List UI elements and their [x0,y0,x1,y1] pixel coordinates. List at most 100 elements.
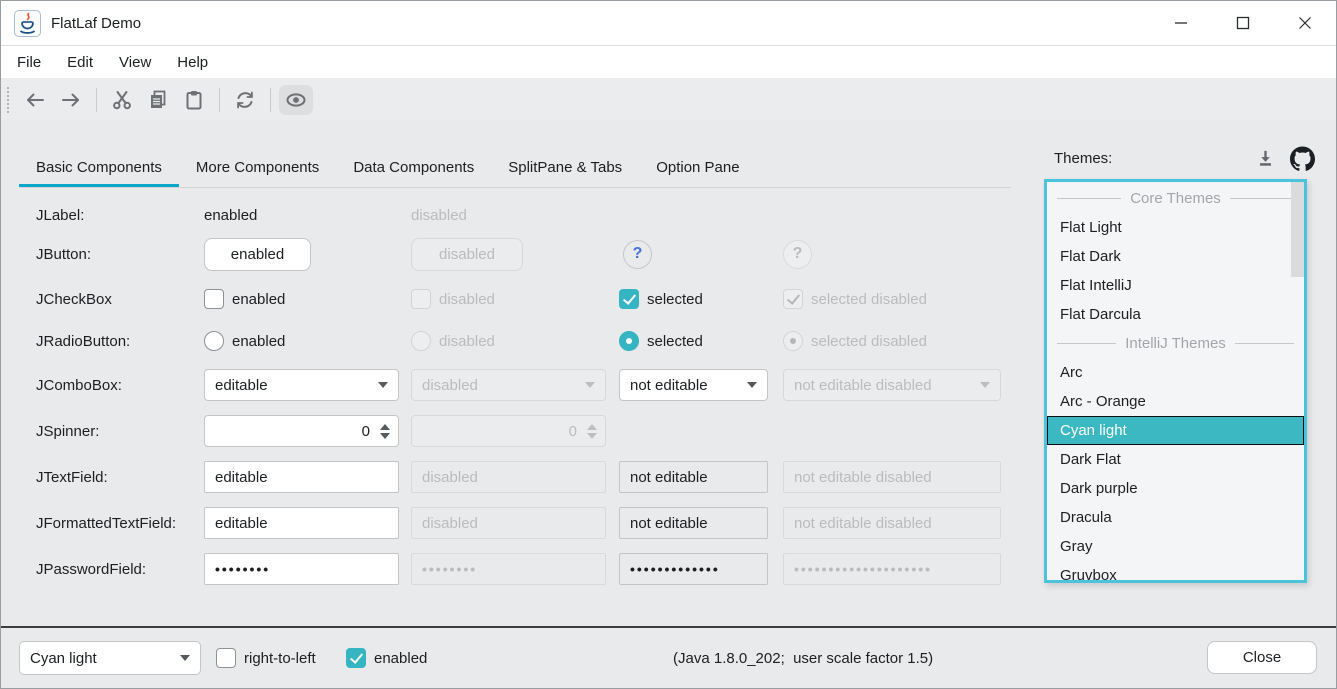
combobox-not-editable[interactable]: not editable [619,369,768,401]
formattedfield-editable[interactable]: editable [204,507,399,539]
theme-item-arc-orange[interactable]: Arc - Orange [1047,387,1304,416]
jbutton-row: JButton: enabled disabled ? ? [1,234,1031,274]
radio-enabled[interactable] [204,331,224,351]
row-label: JPasswordField: [36,561,146,578]
window-controls [1150,1,1336,45]
right-to-left-label: right-to-left [244,650,316,667]
help-button-disabled: ? [783,240,812,269]
cut-button[interactable] [105,85,139,115]
theme-item-dark-purple[interactable]: Dark purple [1047,474,1304,503]
app-window: FlatLaf Demo File Edit View Help [0,0,1337,689]
textfield-disabled: disabled [411,461,606,493]
theme-item-flat-intellij[interactable]: Flat IntelliJ [1047,271,1304,300]
row-label: JComboBox: [36,377,122,394]
textfield-not-editable: not editable [619,461,768,493]
theme-item-flat-darcula[interactable]: Flat Darcula [1047,300,1304,329]
right-to-left-checkbox[interactable] [216,648,236,668]
toolbar [1,79,1336,121]
radio-selected-disabled [783,331,803,351]
cut-icon [110,88,134,112]
close-window-button[interactable] [1274,1,1336,45]
forward-button[interactable] [54,85,88,115]
theme-item-flat-light[interactable]: Flat Light [1047,213,1304,242]
theme-item-flat-dark[interactable]: Flat Dark [1047,242,1304,271]
jlabel-enabled: enabled [204,207,257,224]
theme-item-cyan-light[interactable]: Cyan light [1047,416,1304,445]
show-hover-toggle[interactable] [279,85,313,115]
back-button[interactable] [18,85,52,115]
chevron-down-icon [585,382,595,388]
tab-more-components[interactable]: More Components [179,146,336,188]
maximize-button[interactable] [1212,1,1274,45]
window-title: FlatLaf Demo [51,15,141,32]
theme-item-arc[interactable]: Arc [1047,358,1304,387]
minimize-icon [1174,16,1188,30]
spinner-arrows-icon [587,424,597,439]
menubar: File Edit View Help [1,46,1336,79]
download-icon[interactable] [1254,147,1277,170]
textfield-editable[interactable]: editable [204,461,399,493]
enabled-label: enabled [374,650,427,667]
theme-item-gruvbox[interactable]: Gruvbox [1047,561,1304,583]
menu-file[interactable]: File [4,50,54,75]
help-button[interactable]: ? [623,240,652,269]
tab-data-components[interactable]: Data Components [336,146,491,188]
spinner-enabled[interactable]: 0 [204,415,399,447]
github-icon[interactable] [1290,146,1315,171]
theme-group-separator: IntelliJ Themes [1047,329,1304,358]
chevron-down-icon [378,382,388,388]
row-label: JTextField: [36,469,108,486]
checkbox-enabled[interactable] [204,289,224,309]
combobox-disabled: disabled [411,369,606,401]
scrollbar-thumb[interactable] [1291,182,1304,277]
copy-button[interactable] [141,85,175,115]
maximize-icon [1236,16,1250,30]
passwordfield-not-editable: ••••••••••••• [619,553,768,585]
tab-splitpane-tabs[interactable]: SplitPane & Tabs [491,146,639,188]
jtextfield-row: JTextField: editable disabled not editab… [1,457,1031,497]
paste-button[interactable] [177,85,211,115]
paste-icon [182,88,206,112]
formattedfield-disabled: disabled [411,507,606,539]
formattedfield-not-editable-disabled: not editable disabled [783,507,1001,539]
chevron-down-icon [747,382,757,388]
spinner-arrows-icon[interactable] [380,424,390,439]
radio-selected[interactable] [619,331,639,351]
enabled-button[interactable]: enabled [204,238,311,271]
theme-item-dracula[interactable]: Dracula [1047,503,1304,532]
combobox-editable[interactable]: editable [204,369,399,401]
themes-panel: Themes: Core Themes Flat Light Flat Dark… [1029,121,1336,626]
minimize-button[interactable] [1150,1,1212,45]
theme-item-dark-flat[interactable]: Dark Flat [1047,445,1304,474]
refresh-button[interactable] [228,85,262,115]
close-icon [1298,16,1312,30]
component-rows: JLabel: enabled disabled JButton: enable… [1,188,1031,618]
theme-combobox[interactable]: Cyan light [19,641,201,675]
formattedfield-not-editable: not editable [619,507,768,539]
themes-list: Core Themes Flat Light Flat Dark Flat In… [1044,179,1307,583]
menu-view[interactable]: View [106,50,164,75]
enabled-checkbox[interactable] [346,648,366,668]
checkbox-selected-disabled [783,289,803,309]
close-button[interactable]: Close [1207,641,1317,674]
theme-item-gray[interactable]: Gray [1047,532,1304,561]
menu-help[interactable]: Help [164,50,221,75]
toolbar-separator [270,88,271,112]
row-label: JRadioButton: [36,333,130,350]
jlabel-row: JLabel: enabled disabled [1,195,1031,235]
themes-label: Themes: [1054,150,1112,167]
chevron-down-icon [180,655,190,661]
menu-edit[interactable]: Edit [54,50,106,75]
disabled-button: disabled [411,238,523,271]
jcheckbox-row: JCheckBox enabled disabled selected sele… [1,279,1031,319]
checkbox-selected[interactable] [619,289,639,309]
toolbar-grip[interactable] [7,87,9,113]
forward-icon [59,88,83,112]
tab-option-pane[interactable]: Option Pane [639,146,756,188]
tab-basic-components[interactable]: Basic Components [19,146,179,188]
jlabel-disabled: disabled [411,207,467,224]
passwordfield-disabled: •••••••• [411,553,606,585]
components-pane: Basic Components More Components Data Co… [1,121,1031,626]
passwordfield-editable[interactable]: •••••••• [204,553,399,585]
passwordfield-not-editable-disabled: •••••••••••••••••••• [783,553,1001,585]
